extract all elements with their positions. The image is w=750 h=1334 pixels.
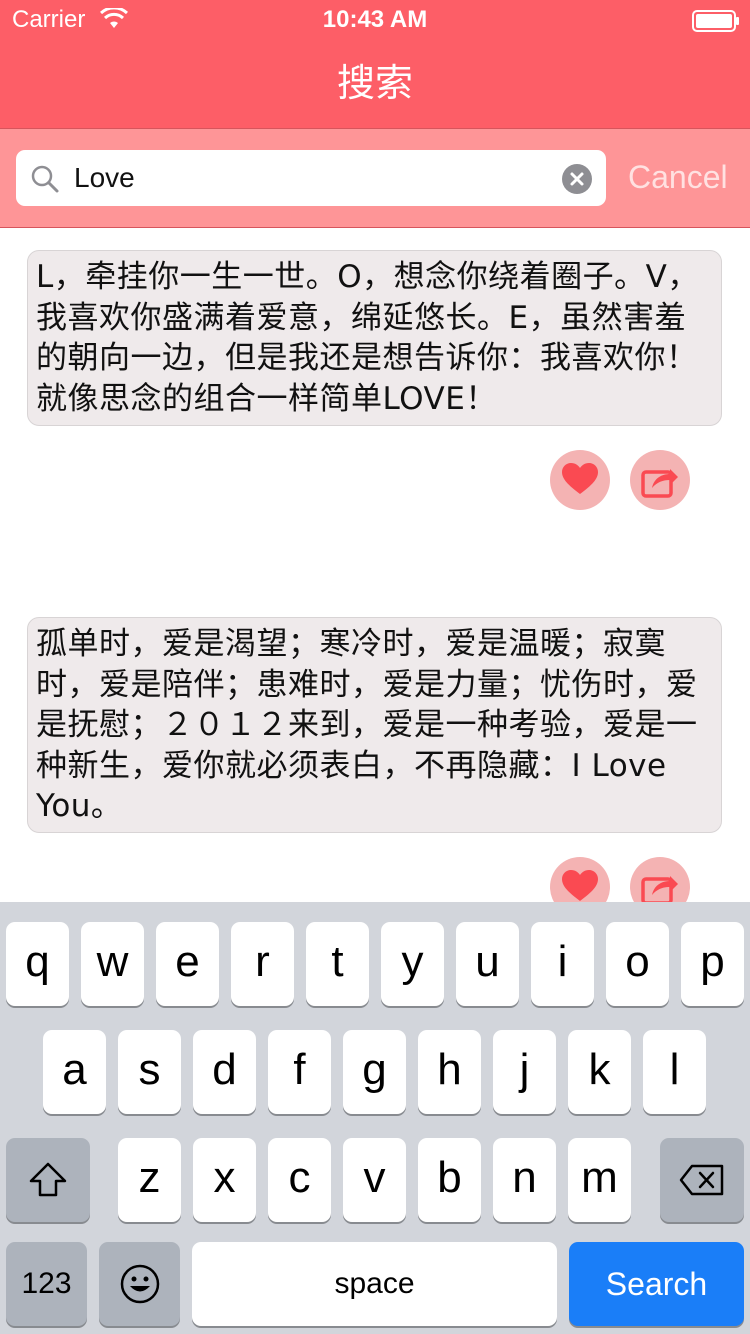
key-e[interactable]: e xyxy=(156,922,219,1006)
key-q[interactable]: q xyxy=(6,922,69,1006)
result-text: 孤单时，爱是渴望；寒冷时，爱是温暖；寂寞时，爱是陪伴；患难时，爱是力量；忧伤时，… xyxy=(36,626,698,824)
cancel-button[interactable]: Cancel xyxy=(628,159,728,196)
key-c[interactable]: c xyxy=(268,1138,331,1222)
delete-key[interactable] xyxy=(660,1138,744,1222)
result-card[interactable]: L，牵挂你一生一世。O，想念你绕着圈子。V，我喜欢你盛满着爱意，绵延悠长。E，虽… xyxy=(27,250,722,426)
favorite-button[interactable] xyxy=(550,857,610,902)
key-t[interactable]: t xyxy=(306,922,369,1006)
space-key[interactable]: space xyxy=(192,1242,557,1326)
key-b[interactable]: b xyxy=(418,1138,481,1222)
backspace-icon xyxy=(679,1164,724,1196)
result-card[interactable]: 孤单时，爱是渴望；寒冷时，爱是温暖；寂寞时，爱是陪伴；患难时，爱是力量；忧伤时，… xyxy=(27,617,722,833)
navigation-header: Carrier 10:43 AM 搜索 xyxy=(0,0,750,128)
emoji-key[interactable] xyxy=(99,1242,180,1326)
status-bar: Carrier 10:43 AM xyxy=(0,0,750,40)
key-k[interactable]: k xyxy=(568,1030,631,1114)
key-l[interactable]: l xyxy=(643,1030,706,1114)
key-i[interactable]: i xyxy=(531,922,594,1006)
shift-key[interactable] xyxy=(6,1138,90,1222)
search-field-container[interactable] xyxy=(16,150,606,206)
key-f[interactable]: f xyxy=(268,1030,331,1114)
key-m[interactable]: m xyxy=(568,1138,631,1222)
key-v[interactable]: v xyxy=(343,1138,406,1222)
share-icon xyxy=(641,469,678,498)
status-time: 10:43 AM xyxy=(322,6,428,33)
key-z[interactable]: z xyxy=(118,1138,181,1222)
share-button[interactable] xyxy=(630,450,690,510)
key-r[interactable]: r xyxy=(231,922,294,1006)
key-w[interactable]: w xyxy=(81,922,144,1006)
key-x[interactable]: x xyxy=(193,1138,256,1222)
key-a[interactable]: a xyxy=(43,1030,106,1114)
heart-icon xyxy=(562,870,598,901)
key-n[interactable]: n xyxy=(493,1138,556,1222)
key-j[interactable]: j xyxy=(493,1030,556,1114)
key-g[interactable]: g xyxy=(343,1030,406,1114)
page-title: 搜索 xyxy=(336,61,413,105)
share-icon xyxy=(641,876,678,902)
clear-text-icon[interactable] xyxy=(562,164,592,194)
battery-icon xyxy=(692,10,739,32)
result-text: L，牵挂你一生一世。O，想念你绕着圈子。V，我喜欢你盛满着爱意，绵延悠长。E，虽… xyxy=(36,259,699,417)
key-h[interactable]: h xyxy=(418,1030,481,1114)
emoji-icon xyxy=(120,1264,159,1304)
key-p[interactable]: p xyxy=(681,922,744,1006)
favorite-button[interactable] xyxy=(550,450,610,510)
key-s[interactable]: s xyxy=(118,1030,181,1114)
search-icon xyxy=(31,165,59,193)
heart-icon xyxy=(562,463,598,494)
share-button[interactable] xyxy=(630,857,690,902)
search-input[interactable] xyxy=(74,150,554,206)
search-bar: Cancel xyxy=(0,128,750,228)
shift-icon xyxy=(29,1162,67,1197)
results-list[interactable]: L，牵挂你一生一世。O，想念你绕着圈子。V，我喜欢你盛满着爱意，绵延悠长。E，虽… xyxy=(0,229,750,902)
key-u[interactable]: u xyxy=(456,922,519,1006)
keyboard: q w e r t y u i o p a s d f g h j k l z … xyxy=(0,902,750,1334)
key-o[interactable]: o xyxy=(606,922,669,1006)
search-key[interactable]: Search xyxy=(569,1242,744,1326)
key-y[interactable]: y xyxy=(381,922,444,1006)
numbers-key[interactable]: 123 xyxy=(6,1242,87,1326)
key-d[interactable]: d xyxy=(193,1030,256,1114)
